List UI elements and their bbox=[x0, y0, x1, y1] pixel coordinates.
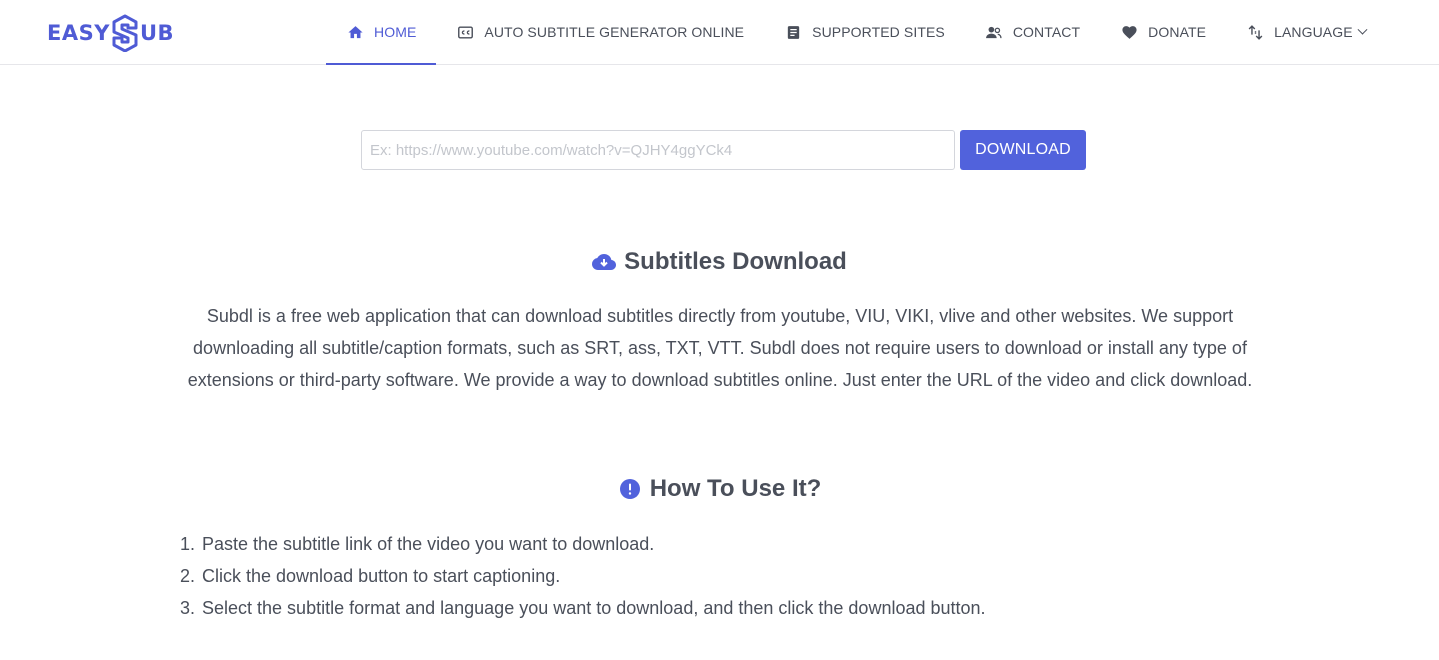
list-item: 2. Click the download button to start ca… bbox=[180, 560, 1260, 592]
main-nav: HOME AUTO SUBTITLE GENERATOR ONLINE SUPP… bbox=[326, 0, 1386, 65]
logo-text-left: EASY bbox=[47, 21, 110, 45]
nav-item-label: DONATE bbox=[1148, 24, 1207, 40]
site-header: EASY UB HOME AUTO SUBTITLE GENERATOR ONL… bbox=[0, 0, 1439, 65]
nav-item-label: CONTACT bbox=[1012, 24, 1081, 40]
step-text: Paste the subtitle link of the video you… bbox=[202, 534, 655, 554]
nav-item-label: SUPPORTED SITES bbox=[812, 24, 945, 40]
home-icon bbox=[346, 23, 364, 41]
logo-s-icon bbox=[111, 14, 139, 52]
site-logo[interactable]: EASY UB bbox=[47, 14, 174, 52]
subtitles-download-heading: Subtitles Download bbox=[0, 247, 1439, 277]
list-item: 3. Select the subtitle format and langua… bbox=[180, 592, 1260, 624]
cloud-download-icon bbox=[592, 250, 617, 274]
chevron-down-icon bbox=[1357, 24, 1368, 35]
nav-item-donate[interactable]: DONATE bbox=[1100, 0, 1226, 64]
nav-item-language[interactable]: LANGUAGE bbox=[1226, 0, 1386, 64]
about-description: Subdl is a free web application that can… bbox=[187, 306, 1253, 390]
translate-icon bbox=[1246, 23, 1264, 41]
info-icon bbox=[618, 477, 642, 501]
section-title-text: How To Use It? bbox=[649, 475, 822, 502]
step-number: 2. bbox=[180, 566, 196, 586]
video-url-input[interactable] bbox=[361, 130, 955, 170]
nav-item-label: LANGUAGE bbox=[1274, 24, 1353, 40]
nav-item-label: HOME bbox=[374, 24, 417, 40]
step-number: 1. bbox=[180, 534, 196, 554]
heart-icon bbox=[1120, 23, 1138, 41]
step-number: 3. bbox=[180, 598, 196, 618]
contact-icon bbox=[985, 23, 1003, 41]
nav-item-auto-subtitle[interactable]: AUTO SUBTITLE GENERATOR ONLINE bbox=[436, 0, 764, 64]
step-text: Select the subtitle format and language … bbox=[202, 598, 986, 618]
logo-text-right: UB bbox=[139, 21, 174, 45]
step-text: Click the download button to start capti… bbox=[202, 566, 561, 586]
nav-item-label: AUTO SUBTITLE GENERATOR ONLINE bbox=[484, 24, 745, 40]
section-title-text: Subtitles Download bbox=[624, 248, 847, 275]
nav-item-supported-sites[interactable]: SUPPORTED SITES bbox=[764, 0, 965, 64]
list-item: 1. Paste the subtitle link of the video … bbox=[180, 528, 1260, 560]
download-button[interactable]: DOWNLOAD bbox=[960, 130, 1086, 170]
closed-caption-icon bbox=[456, 23, 474, 41]
how-to-use-heading: How To Use It? bbox=[0, 474, 1439, 504]
nav-item-home[interactable]: HOME bbox=[326, 0, 437, 65]
document-icon bbox=[784, 23, 802, 41]
nav-item-contact[interactable]: CONTACT bbox=[965, 0, 1100, 64]
how-to-steps-list: 1. Paste the subtitle link of the video … bbox=[180, 528, 1260, 624]
